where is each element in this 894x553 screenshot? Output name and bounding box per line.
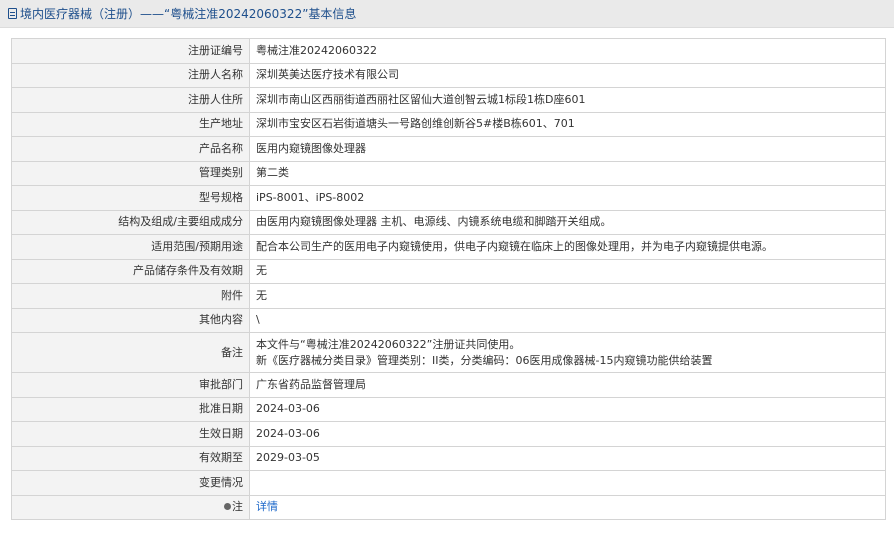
field-value-registrant-address: 深圳市南山区西丽街道西丽社区留仙大道创智云城1标段1栋D座601 <box>249 87 886 113</box>
field-label-product-name: 产品名称 <box>11 136 250 162</box>
field-value-management-category: 第二类 <box>249 160 886 186</box>
field-label-approval-department: 审批部门 <box>11 372 250 398</box>
field-value-model-spec: iPS-8001、iPS-8002 <box>249 185 886 211</box>
field-label-attachments: 附件 <box>11 283 250 309</box>
table-row: 注册人名称 深圳英美达医疗技术有限公司 <box>11 62 886 88</box>
table-row: 附件 无 <box>11 283 886 309</box>
field-label-registrant-address: 注册人住所 <box>11 87 250 113</box>
field-label-other-content: 其他内容 <box>11 307 250 333</box>
table-row: 结构及组成/主要组成成分 由医用内窥镜图像处理器 主机、电源线、内镜系统电缆和脚… <box>11 209 886 235</box>
field-value-approval-department: 广东省药品监督管理局 <box>249 372 886 398</box>
table-row: 有效期至 2029-03-05 <box>11 445 886 471</box>
field-label-registrant-name: 注册人名称 <box>11 62 250 88</box>
field-value-registration-number: 粤械注准20242060322 <box>249 38 886 64</box>
field-label-production-address: 生产地址 <box>11 111 250 137</box>
field-label-structure-composition: 结构及组成/主要组成成分 <box>11 209 250 235</box>
table-row: 产品名称 医用内窥镜图像处理器 <box>11 136 886 162</box>
document-icon <box>8 8 17 19</box>
field-label-model-spec: 型号规格 <box>11 185 250 211</box>
field-label-intended-use: 适用范围/预期用途 <box>11 234 250 260</box>
remarks-line-1: 本文件与“粤械注准20242060322”注册证共同使用。 <box>256 337 521 351</box>
table-row: 注册人住所 深圳市南山区西丽街道西丽社区留仙大道创智云城1标段1栋D座601 <box>11 87 886 113</box>
table-row: 生效日期 2024-03-06 <box>11 421 886 447</box>
field-value-registrant-name: 深圳英美达医疗技术有限公司 <box>249 62 886 88</box>
info-table-container: 注册证编号 粤械注准20242060322 注册人名称 深圳英美达医疗技术有限公… <box>11 38 886 520</box>
note-label-text: 注 <box>232 500 243 514</box>
field-value-product-name: 医用内窥镜图像处理器 <box>249 136 886 162</box>
table-row: 适用范围/预期用途 配合本公司生产的医用电子内窥镜使用，供电子内窥镜在临床上的图… <box>11 234 886 260</box>
table-row: 管理类别 第二类 <box>11 160 886 186</box>
field-label-note: 注 <box>11 494 250 520</box>
table-row: 注册证编号 粤械注准20242060322 <box>11 38 886 64</box>
field-value-other-content: \ <box>249 307 886 333</box>
field-value-note: 详情 <box>249 494 886 520</box>
table-row: 备注 本文件与“粤械注准20242060322”注册证共同使用。 新《医疗器械分… <box>11 332 886 373</box>
field-label-change-history: 变更情况 <box>11 470 250 496</box>
field-value-effective-date: 2024-03-06 <box>249 421 886 447</box>
table-row: 注 详情 <box>11 494 886 520</box>
field-label-storage-conditions: 产品储存条件及有效期 <box>11 258 250 284</box>
field-label-expiry-date: 有效期至 <box>11 445 250 471</box>
table-row: 批准日期 2024-03-06 <box>11 396 886 422</box>
table-row: 型号规格 iPS-8001、iPS-8002 <box>11 185 886 211</box>
table-row: 生产地址 深圳市宝安区石岩街道塘头一号路创维创新谷5#楼B栋601、701 <box>11 111 886 137</box>
field-value-production-address: 深圳市宝安区石岩街道塘头一号路创维创新谷5#楼B栋601、701 <box>249 111 886 137</box>
table-row: 审批部门 广东省药品监督管理局 <box>11 372 886 398</box>
field-value-intended-use: 配合本公司生产的医用电子内窥镜使用，供电子内窥镜在临床上的图像处理用，并为电子内… <box>249 234 886 260</box>
field-value-attachments: 无 <box>249 283 886 309</box>
field-label-remarks: 备注 <box>11 332 250 373</box>
field-value-approval-date: 2024-03-06 <box>249 396 886 422</box>
field-label-management-category: 管理类别 <box>11 160 250 186</box>
table-row: 变更情况 <box>11 470 886 496</box>
field-label-effective-date: 生效日期 <box>11 421 250 447</box>
field-label-registration-number: 注册证编号 <box>11 38 250 64</box>
info-table: 注册证编号 粤械注准20242060322 注册人名称 深圳英美达医疗技术有限公… <box>11 38 886 520</box>
field-value-storage-conditions: 无 <box>249 258 886 284</box>
page-title: 境内医疗器械（注册）——“粤械注准20242060322”基本信息 <box>20 7 357 21</box>
page-header: 境内医疗器械（注册）——“粤械注准20242060322”基本信息 <box>0 0 894 28</box>
field-value-change-history <box>249 470 886 496</box>
remarks-line-2: 新《医疗器械分类目录》管理类别：II类，分类编码：06医用成像器械-15内窥镜功… <box>256 353 713 367</box>
table-row: 其他内容 \ <box>11 307 886 333</box>
details-link[interactable]: 详情 <box>256 500 278 513</box>
field-value-expiry-date: 2029-03-05 <box>249 445 886 471</box>
field-value-remarks: 本文件与“粤械注准20242060322”注册证共同使用。 新《医疗器械分类目录… <box>249 332 886 373</box>
table-row: 产品储存条件及有效期 无 <box>11 258 886 284</box>
bullet-icon <box>224 502 231 510</box>
field-label-approval-date: 批准日期 <box>11 396 250 422</box>
field-value-structure-composition: 由医用内窥镜图像处理器 主机、电源线、内镜系统电缆和脚踏开关组成。 <box>249 209 886 235</box>
